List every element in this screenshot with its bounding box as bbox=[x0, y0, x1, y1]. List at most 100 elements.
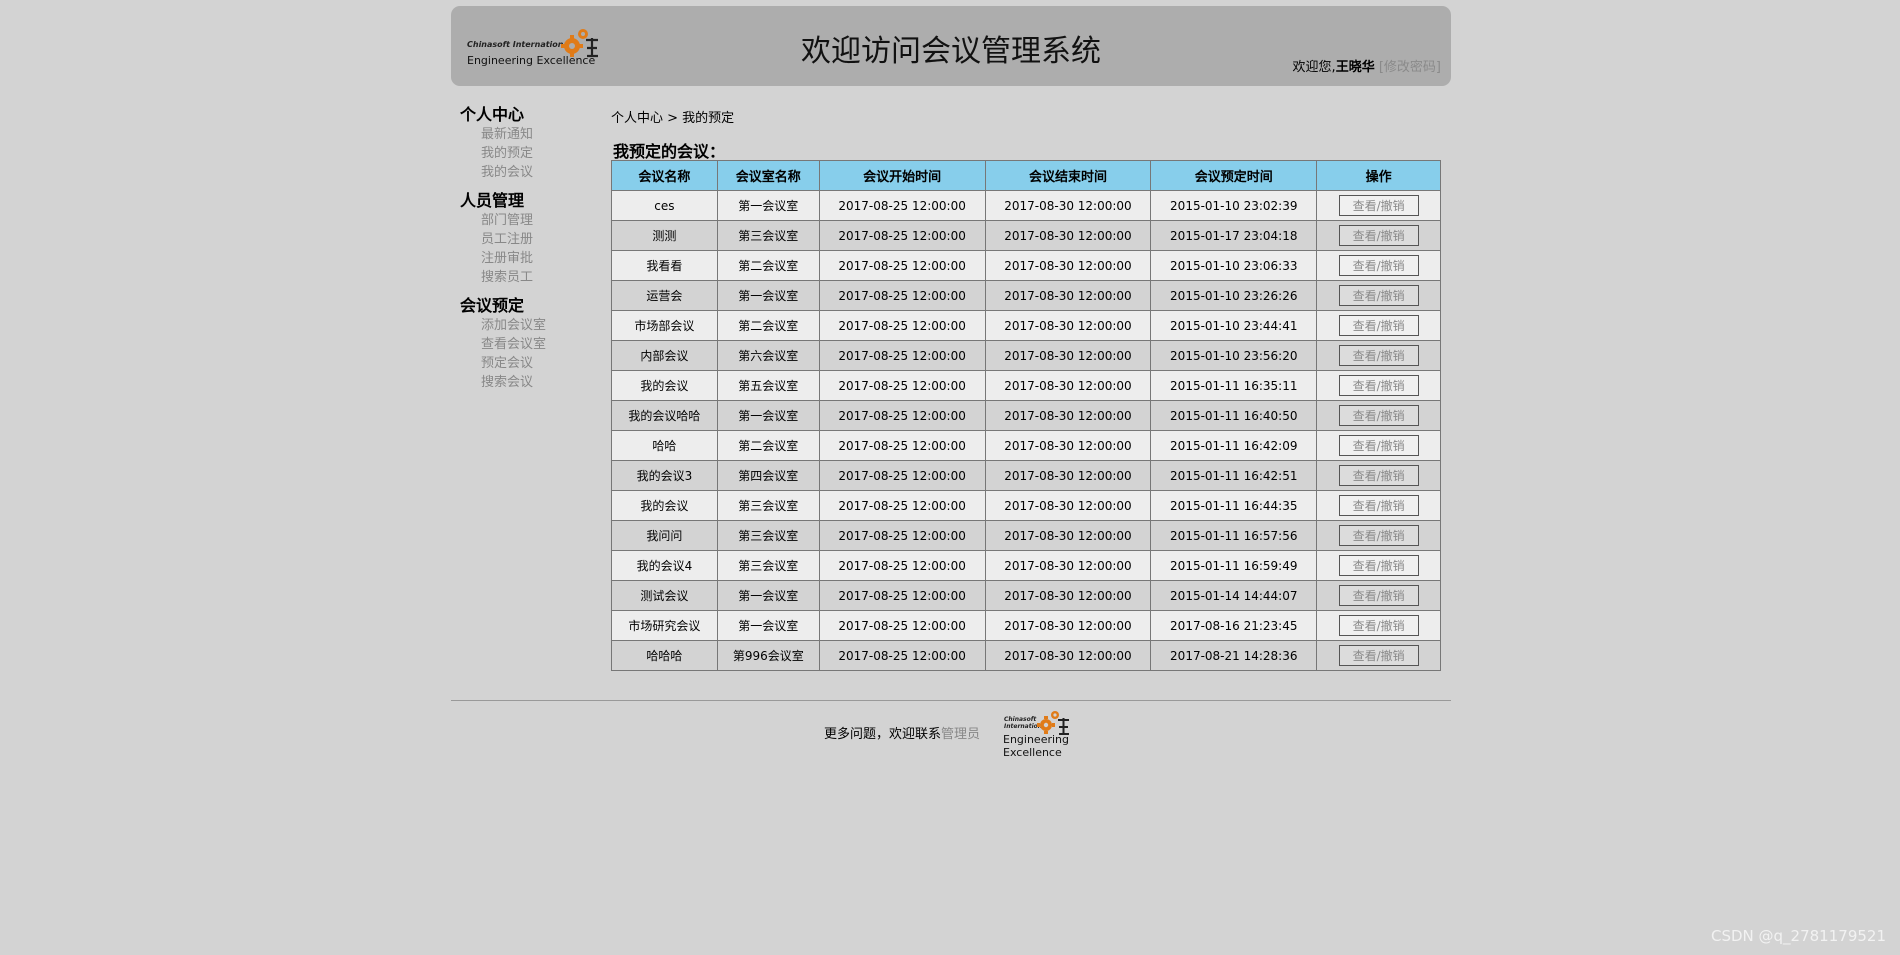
welcome-prefix: 欢迎您, bbox=[1292, 60, 1336, 75]
cell-booked-time: 2015-01-14 14:44:07 bbox=[1150, 580, 1318, 611]
view-cancel-button[interactable]: 查看/撤销 bbox=[1338, 585, 1419, 606]
cell-booked-time: 2015-01-11 16:44:35 bbox=[1150, 490, 1318, 521]
cell-actions: 查看/撤销 bbox=[1316, 400, 1441, 431]
cell-start-time: 2017-08-25 12:00:00 bbox=[818, 580, 986, 611]
cell-start-time: 2017-08-25 12:00:00 bbox=[818, 220, 986, 251]
table-row: 我问问 第三会议室 2017-08-25 12:00:00 2017-08-30 12… bbox=[611, 520, 1441, 551]
cell-booked-time: 2015-01-11 16:57:56 bbox=[1150, 520, 1318, 551]
sidebar-item-my-reservations[interactable]: 我的预定 bbox=[481, 144, 610, 163]
sidebar-item-register-employee[interactable]: 员工注册 bbox=[481, 230, 610, 249]
sidebar-item-my-meetings[interactable]: 我的会议 bbox=[481, 163, 610, 182]
cell-actions: 查看/撤销 bbox=[1316, 460, 1441, 491]
table-row: 市场研究会议 第一会议室 2017-08-25 12:00:00 2017-08-30… bbox=[611, 610, 1441, 641]
cell-end-time: 2017-08-30 12:00:00 bbox=[984, 340, 1152, 371]
cell-actions: 查看/撤销 bbox=[1316, 610, 1441, 641]
sidebar-item-latest-notice[interactable]: 最新通知 bbox=[481, 125, 610, 144]
table-row: 哈哈哈 第996会议室 2017-08-25 12:00:00 2017-08-30 … bbox=[611, 640, 1441, 671]
table-row: 我的会议3 第四会议室 2017-08-25 12:00:00 2017-08-30 … bbox=[611, 460, 1441, 491]
sidebar-item-approve-registration[interactable]: 注册审批 bbox=[481, 249, 610, 268]
breadcrumb: 个人中心 > 我的预定 bbox=[611, 111, 735, 126]
cell-end-time: 2017-08-30 12:00:00 bbox=[984, 190, 1152, 221]
view-cancel-button[interactable]: 查看/撤销 bbox=[1338, 405, 1419, 426]
cell-start-time: 2017-08-25 12:00:00 bbox=[818, 400, 986, 431]
table-row: 我的会议 第五会议室 2017-08-25 12:00:00 2017-08-30 1… bbox=[611, 370, 1441, 401]
sidebar-group-title: 会议预定 bbox=[460, 296, 525, 315]
view-cancel-button[interactable]: 查看/撤销 bbox=[1338, 615, 1419, 636]
cell-room-name: 第一会议室 bbox=[716, 580, 820, 611]
cell-booked-time: 2017-08-16 21:23:45 bbox=[1150, 610, 1318, 641]
sidebar-item-search-employee[interactable]: 搜索员工 bbox=[481, 268, 610, 287]
cell-room-name: 第三会议室 bbox=[716, 490, 820, 521]
contact-admin-link[interactable]: 管理员 bbox=[941, 727, 980, 742]
view-cancel-button[interactable]: 查看/撤销 bbox=[1338, 345, 1419, 366]
cell-meeting-name: 市场研究会议 bbox=[611, 610, 718, 641]
sidebar-item-departments[interactable]: 部门管理 bbox=[481, 211, 610, 230]
table-row: 我的会议哈哈 第一会议室 2017-08-25 12:00:00 2017-08-30… bbox=[611, 400, 1441, 431]
view-cancel-button[interactable]: 查看/撤销 bbox=[1338, 465, 1419, 486]
table-body: ces 第一会议室 2017-08-25 12:00:00 2017-08-30 12… bbox=[611, 190, 1441, 671]
cell-end-time: 2017-08-30 12:00:00 bbox=[984, 460, 1152, 491]
cell-room-name: 第三会议室 bbox=[716, 220, 820, 251]
change-password-link[interactable]: [修改密码] bbox=[1379, 60, 1441, 75]
sidebar-item-book-meeting[interactable]: 预定会议 bbox=[481, 354, 610, 373]
cell-actions: 查看/撤销 bbox=[1316, 190, 1441, 221]
cell-room-name: 第一会议室 bbox=[716, 400, 820, 431]
view-cancel-button[interactable]: 查看/撤销 bbox=[1338, 195, 1419, 216]
view-cancel-button[interactable]: 查看/撤销 bbox=[1338, 255, 1419, 276]
cell-actions: 查看/撤销 bbox=[1316, 550, 1441, 581]
cell-start-time: 2017-08-25 12:00:00 bbox=[818, 250, 986, 281]
table-row: 内部会议 第六会议室 2017-08-25 12:00:00 2017-08-30 1… bbox=[611, 340, 1441, 371]
cell-meeting-name: 哈哈哈 bbox=[611, 640, 718, 671]
cell-room-name: 第三会议室 bbox=[716, 520, 820, 551]
view-cancel-button[interactable]: 查看/撤销 bbox=[1338, 495, 1419, 516]
cell-room-name: 第二会议室 bbox=[716, 310, 820, 341]
sidebar-item-add-room[interactable]: 添加会议室 bbox=[481, 316, 610, 335]
cell-actions: 查看/撤销 bbox=[1316, 430, 1441, 461]
view-cancel-button[interactable]: 查看/撤销 bbox=[1338, 555, 1419, 576]
cell-start-time: 2017-08-25 12:00:00 bbox=[818, 280, 986, 311]
cell-meeting-name: ces bbox=[611, 190, 718, 221]
table-row: 运营会 第一会议室 2017-08-25 12:00:00 2017-08-30 12… bbox=[611, 280, 1441, 311]
table-row: 市场部会议 第二会议室 2017-08-25 12:00:00 2017-08-30 … bbox=[611, 310, 1441, 341]
view-cancel-button[interactable]: 查看/撤销 bbox=[1338, 225, 1419, 246]
sidebar-group-booking: 会议预定 添加会议室 查看会议室 预定会议 搜索会议 bbox=[460, 296, 610, 392]
column-header-meeting-name: 会议名称 bbox=[611, 160, 718, 191]
cell-end-time: 2017-08-30 12:00:00 bbox=[984, 310, 1152, 341]
cell-booked-time: 2015-01-17 23:04:18 bbox=[1150, 220, 1318, 251]
table-row: 我看看 第二会议室 2017-08-25 12:00:00 2017-08-30 12… bbox=[611, 250, 1441, 281]
gear-icon bbox=[1037, 711, 1069, 735]
view-cancel-button[interactable]: 查看/撤销 bbox=[1338, 285, 1419, 306]
cell-start-time: 2017-08-25 12:00:00 bbox=[818, 430, 986, 461]
cell-actions: 查看/撤销 bbox=[1316, 220, 1441, 251]
cell-actions: 查看/撤销 bbox=[1316, 280, 1441, 311]
table-row: ces 第一会议室 2017-08-25 12:00:00 2017-08-30 12… bbox=[611, 190, 1441, 221]
table-row: 测测 第三会议室 2017-08-25 12:00:00 2017-08-30 12:… bbox=[611, 220, 1441, 251]
view-cancel-button[interactable]: 查看/撤销 bbox=[1338, 645, 1419, 666]
cell-start-time: 2017-08-25 12:00:00 bbox=[818, 520, 986, 551]
column-header-booked-time: 会议预定时间 bbox=[1150, 160, 1318, 191]
cell-room-name: 第一会议室 bbox=[716, 190, 820, 221]
footer-logo-line2b: Excellence bbox=[1003, 746, 1062, 759]
view-cancel-button[interactable]: 查看/撤销 bbox=[1338, 375, 1419, 396]
cell-actions: 查看/撤销 bbox=[1316, 340, 1441, 371]
sidebar-item-view-rooms[interactable]: 查看会议室 bbox=[481, 335, 610, 354]
cell-meeting-name: 我的会议哈哈 bbox=[611, 400, 718, 431]
user-name: 王晓华 bbox=[1335, 60, 1375, 75]
footer-text: 更多问题，欢迎联系管理员 bbox=[824, 723, 980, 742]
header: Chinasoft International Engineering Exce… bbox=[451, 6, 1451, 86]
view-cancel-button[interactable]: 查看/撤销 bbox=[1338, 525, 1419, 546]
cell-actions: 查看/撤销 bbox=[1316, 370, 1441, 401]
cell-actions: 查看/撤销 bbox=[1316, 490, 1441, 521]
view-cancel-button[interactable]: 查看/撤销 bbox=[1338, 435, 1419, 456]
cell-booked-time: 2015-01-10 23:56:20 bbox=[1150, 340, 1318, 371]
cell-meeting-name: 哈哈 bbox=[611, 430, 718, 461]
cell-room-name: 第三会议室 bbox=[716, 550, 820, 581]
cell-room-name: 第四会议室 bbox=[716, 460, 820, 491]
cell-end-time: 2017-08-30 12:00:00 bbox=[984, 250, 1152, 281]
column-header-actions: 操作 bbox=[1316, 160, 1441, 191]
sidebar-group-title: 个人中心 bbox=[460, 105, 525, 124]
cell-start-time: 2017-08-25 12:00:00 bbox=[818, 310, 986, 341]
sidebar-item-search-meetings[interactable]: 搜索会议 bbox=[481, 373, 610, 392]
view-cancel-button[interactable]: 查看/撤销 bbox=[1338, 315, 1419, 336]
cell-room-name: 第二会议室 bbox=[716, 430, 820, 461]
